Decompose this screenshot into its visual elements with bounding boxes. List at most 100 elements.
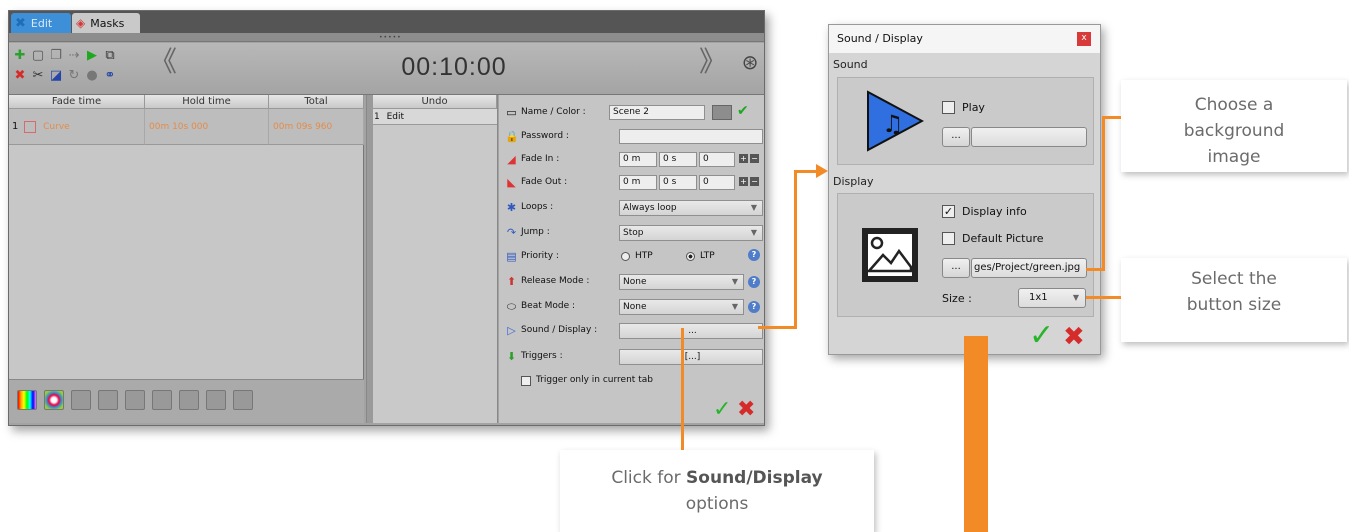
duplicate-icon[interactable]: ⧉ (103, 49, 117, 63)
fade-in-plus[interactable]: + (739, 154, 748, 163)
color-wheel-icon[interactable] (44, 390, 64, 410)
release-select[interactable]: None ▼ (619, 274, 744, 290)
tab-masks[interactable]: ◈ Masks (72, 13, 140, 33)
copy-icon[interactable]: ❐ (49, 49, 63, 63)
release-value: None (623, 277, 647, 287)
edit-color-icon[interactable]: ◪ (49, 69, 63, 83)
sound-display-button[interactable]: ... (619, 323, 763, 339)
help-icon[interactable]: ? (748, 301, 760, 313)
chevron-down-icon: ▼ (750, 203, 757, 212)
add-icon[interactable]: ✚ (13, 49, 27, 63)
confirm-check-icon[interactable]: ✓ (713, 397, 731, 422)
fade-out-seconds[interactable]: 0 s (659, 175, 697, 190)
row-hold[interactable]: 00m 10s 000 (145, 109, 269, 145)
beat-label: Beat Mode : (521, 301, 576, 311)
new-page-icon[interactable]: ▢ (31, 49, 45, 63)
close-button[interactable]: x (1077, 32, 1091, 46)
jump-label: Jump : (521, 227, 550, 237)
display-info-label: Display info (962, 205, 1027, 218)
image-path-field[interactable]: ges/Project/green.jpg (971, 258, 1087, 278)
tab-edit[interactable]: ✖ Edit (11, 13, 71, 33)
connector-line (681, 328, 684, 450)
priority-label: Priority : (521, 251, 559, 261)
callout-button-size: Select the button size (1121, 258, 1347, 342)
next-icon[interactable]: 》 (699, 48, 727, 76)
connector-line (1086, 296, 1121, 299)
row-total[interactable]: 00m 09s 960 (269, 109, 364, 145)
cut-icon[interactable]: ✂ (31, 69, 45, 83)
connector-line (1102, 116, 1105, 271)
tab-bar: ✖ Edit ◈ Masks (9, 11, 764, 33)
loops-icon: ✱ (506, 201, 517, 214)
color-spectrum-icon[interactable] (17, 390, 37, 410)
browse-image-button[interactable]: ... (942, 258, 970, 278)
display-info-checkbox[interactable]: ✓ (942, 205, 955, 218)
confirm-name-icon[interactable]: ✔ (737, 103, 749, 119)
record-icon[interactable]: ● (85, 69, 99, 83)
undo-header: Undo (373, 95, 497, 109)
fade-out-minus[interactable]: − (750, 177, 759, 186)
link-icon[interactable]: ⚭ (103, 69, 117, 83)
size-select[interactable]: 1x1 ▼ (1018, 288, 1086, 308)
delete-icon[interactable]: ✖ (13, 69, 27, 83)
release-label: Release Mode : (521, 276, 590, 286)
text-icon[interactable] (206, 390, 226, 410)
radio-ltp[interactable] (686, 252, 695, 261)
table-row[interactable]: 1 Curve (9, 109, 145, 145)
gobo-icon[interactable] (125, 390, 145, 410)
dialog-title: Sound / Display (837, 32, 923, 45)
name-input[interactable]: Scene 2 (609, 105, 705, 120)
color-swatch[interactable] (712, 105, 732, 120)
fade-out-plus[interactable]: + (739, 177, 748, 186)
fade-in-seconds[interactable]: 0 s (659, 152, 697, 167)
default-picture-checkbox[interactable] (942, 232, 955, 245)
fade-out-minutes[interactable]: 0 m (619, 175, 657, 190)
play-icon[interactable]: ▶ (85, 49, 99, 63)
dialog-ok-icon[interactable]: ✓ (1029, 321, 1054, 351)
undo-row[interactable]: 1 Edit (373, 109, 497, 125)
triggers-button[interactable]: [...] (619, 349, 763, 365)
beat-select[interactable]: None ▼ (619, 299, 744, 315)
chevron-down-icon: ▼ (731, 302, 738, 311)
callout-click-prefix: Click for (611, 468, 687, 488)
fade-out-ms[interactable]: 0 (699, 175, 735, 190)
callout-background-text: Choose a background image (1183, 95, 1285, 167)
play-checkbox[interactable] (942, 101, 955, 114)
loops-label: Loops : (521, 202, 554, 212)
jump-select[interactable]: Stop ▼ (619, 225, 763, 241)
dialog-cancel-icon[interactable]: ✖ (1063, 323, 1085, 351)
radio-htp[interactable] (621, 252, 630, 261)
help-icon[interactable]: ? (748, 276, 760, 288)
callout-size-text: Select the button size (1186, 269, 1282, 315)
fade-in-ms[interactable]: 0 (699, 152, 735, 167)
browse-sound-button[interactable]: ... (942, 127, 970, 147)
loops-select[interactable]: Always loop ▼ (619, 200, 763, 216)
trigger-only-checkbox[interactable] (521, 376, 531, 386)
settings-wheel-icon[interactable]: ⊛ (739, 52, 761, 77)
loop-icon[interactable]: ↻ (67, 69, 81, 83)
display-group: ✓ Display info Default Picture ... ges/P… (837, 193, 1094, 317)
curve-effect-icon[interactable] (71, 390, 91, 410)
password-input[interactable] (619, 129, 763, 144)
fade-out-label: Fade Out : (521, 177, 568, 187)
matrix-icon[interactable] (179, 390, 199, 410)
video-icon[interactable] (233, 390, 253, 410)
sound-path-field[interactable] (971, 127, 1087, 147)
help-icon[interactable]: ? (748, 249, 760, 261)
splitter[interactable]: ••••• (9, 33, 764, 42)
undo-index: 1 (374, 112, 380, 122)
fade-in-minus[interactable]: − (750, 154, 759, 163)
fade-in-minutes[interactable]: 0 m (619, 152, 657, 167)
header-hold-time[interactable]: Hold time (145, 95, 269, 109)
shape-icon[interactable] (152, 390, 172, 410)
arrow-head (816, 164, 828, 178)
header-fade-time[interactable]: Fade time (9, 95, 145, 109)
header-total[interactable]: Total (269, 95, 364, 109)
cancel-x-icon[interactable]: ✖ (737, 397, 755, 422)
connector-line (1102, 116, 1121, 119)
pan-tilt-icon[interactable] (98, 390, 118, 410)
import-icon[interactable]: ⇢ (67, 49, 81, 63)
lock-icon: 🔒 (505, 130, 519, 143)
previous-icon[interactable]: 《 (149, 48, 177, 76)
effect-icon-bar (9, 379, 364, 423)
